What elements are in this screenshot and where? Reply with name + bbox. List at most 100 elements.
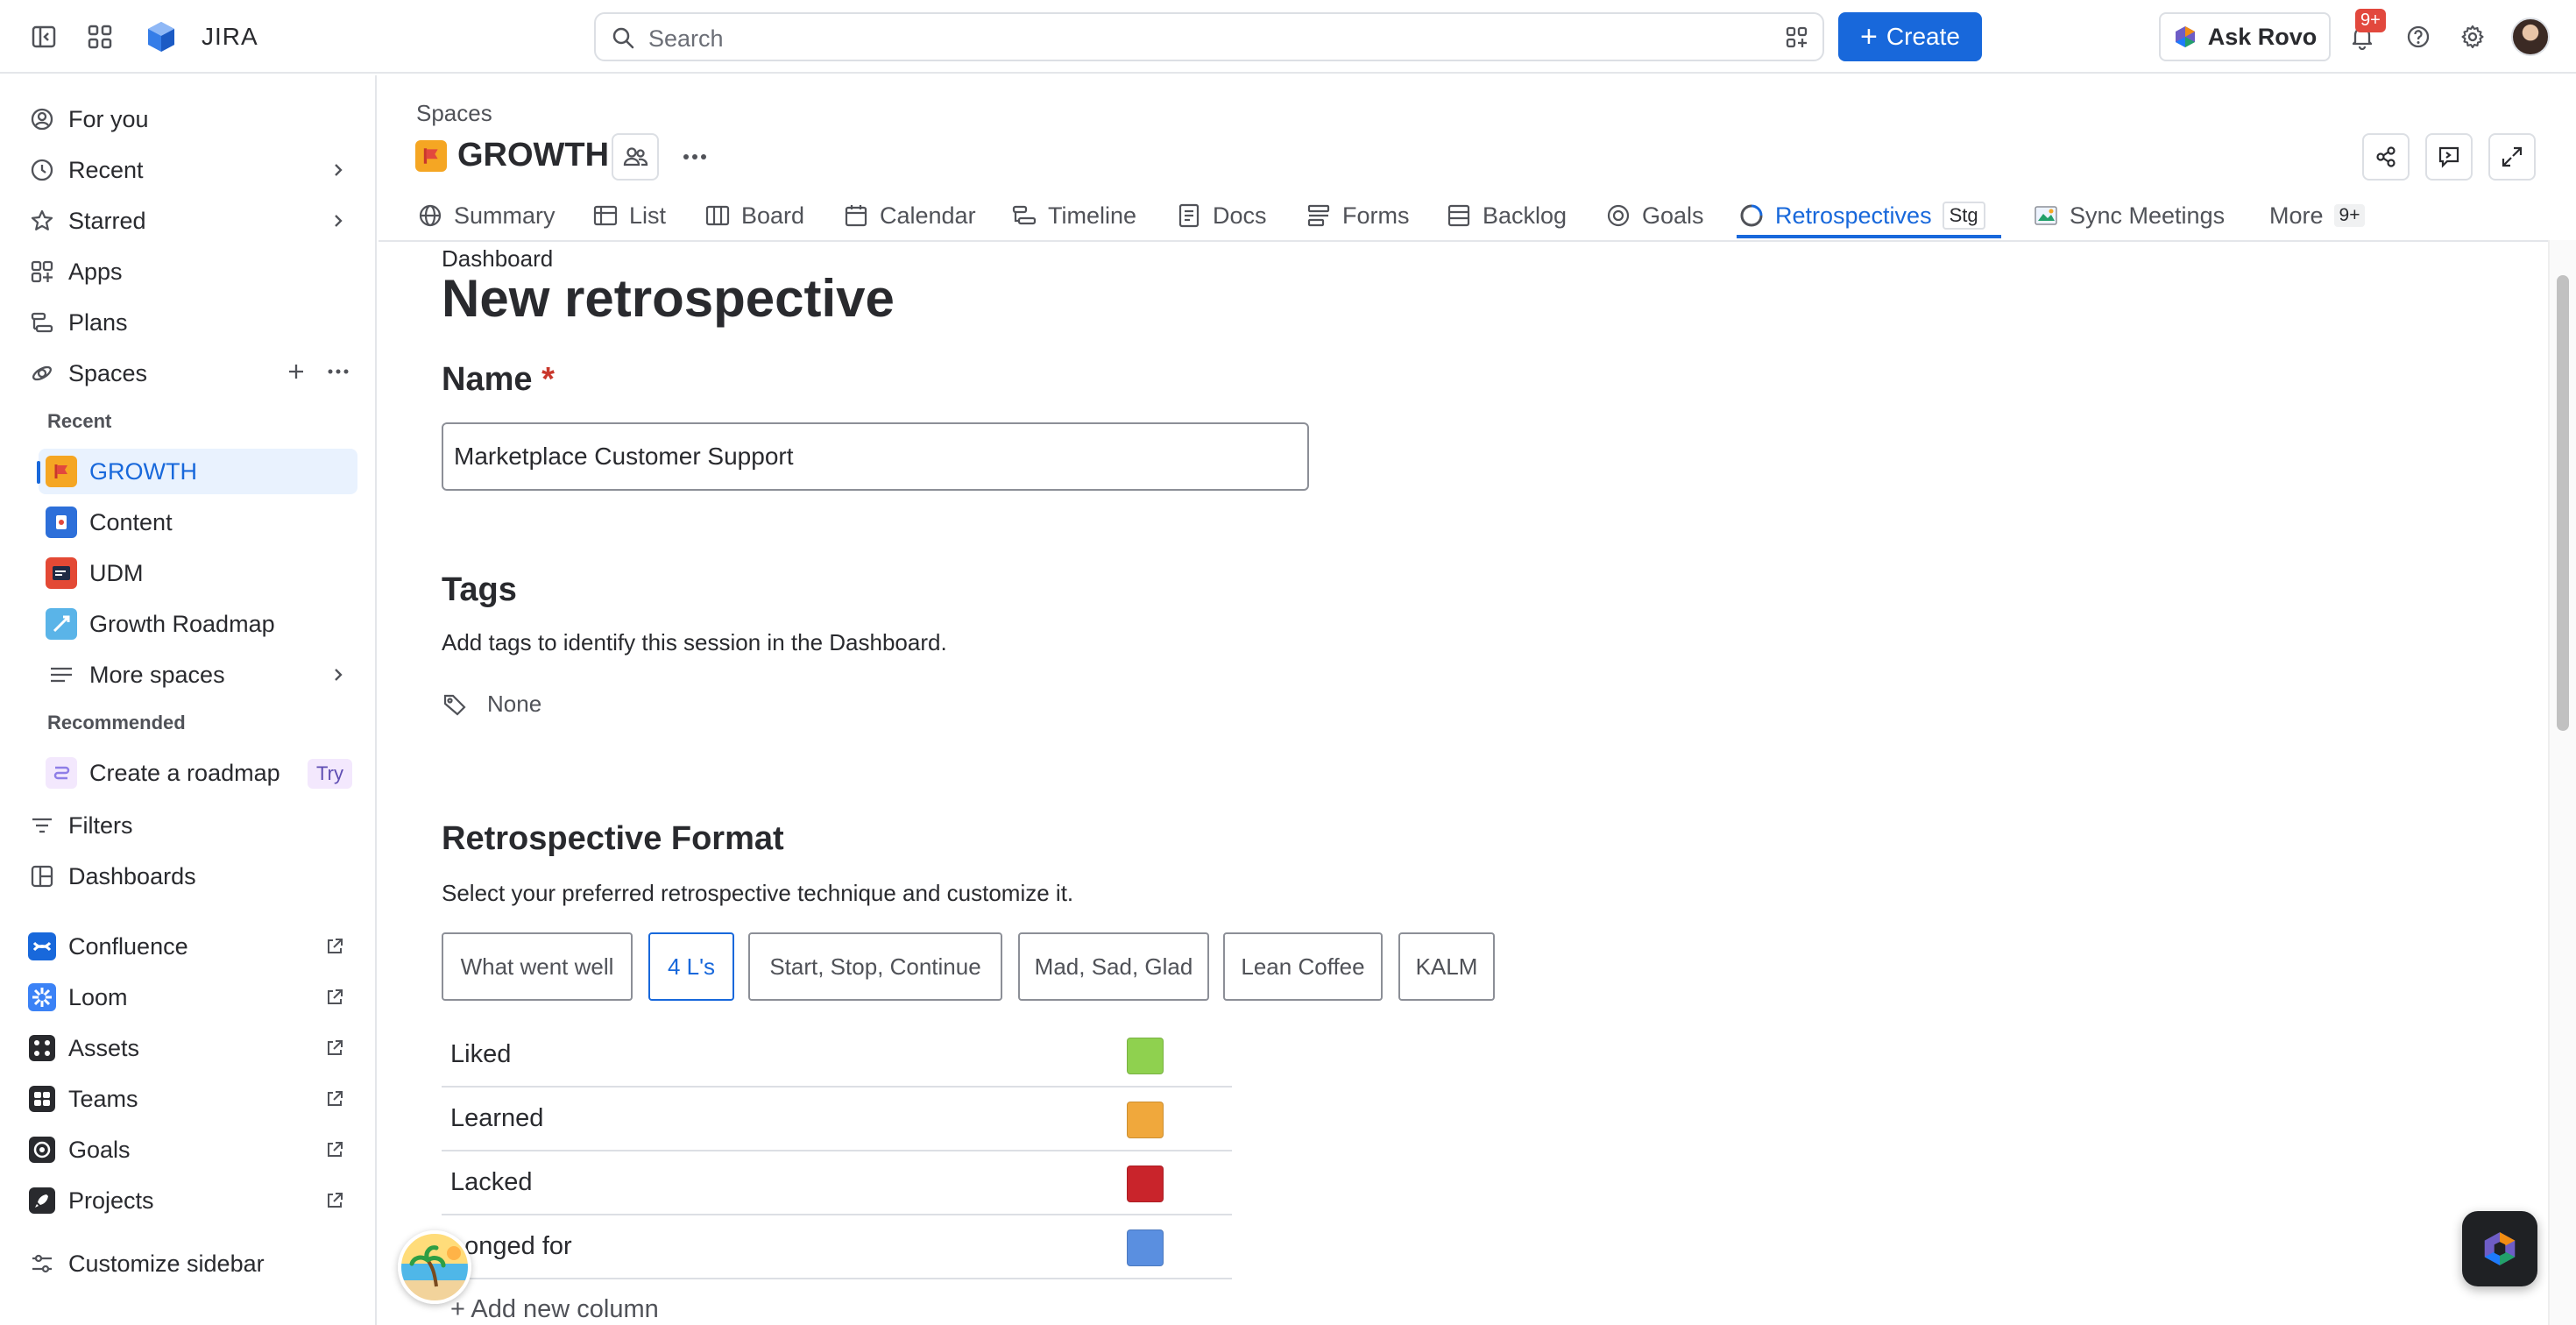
- settings-gear-icon[interactable]: [2455, 19, 2490, 54]
- space-label: GROWTH: [89, 457, 197, 485]
- format-kalm[interactable]: KALM: [1398, 932, 1495, 1001]
- scrollbar-thumb[interactable]: [2557, 275, 2569, 731]
- color-swatch[interactable]: [1127, 1038, 1164, 1074]
- sidebar-item-for-you[interactable]: For you: [25, 96, 357, 142]
- format-start-stop-continue[interactable]: Start, Stop, Continue: [748, 932, 1002, 1001]
- sidebar-space-content[interactable]: Content: [39, 500, 357, 545]
- content-space-icon: [46, 507, 77, 538]
- sidebar-space-udm[interactable]: UDM: [39, 550, 357, 596]
- sidebar: For you Recent Starred Apps Plans Spaces…: [0, 75, 377, 1325]
- column-row-lacked[interactable]: Lacked: [442, 1151, 1232, 1215]
- tab-retrospectives[interactable]: Retrospectives Stg: [1738, 191, 1985, 240]
- tab-more[interactable]: More 9+: [2269, 191, 2366, 240]
- tab-backlog[interactable]: Backlog: [1446, 191, 1567, 240]
- sidebar-item-filters[interactable]: Filters: [25, 803, 357, 848]
- space-members-button[interactable]: [612, 133, 659, 181]
- sidebar-app-projects[interactable]: Projects: [25, 1178, 357, 1223]
- tab-label: Retrospectives: [1775, 202, 1932, 229]
- document-icon: [1178, 203, 1200, 228]
- retrospective-name-input[interactable]: Marketplace Customer Support: [442, 422, 1309, 491]
- format-what-went-well[interactable]: What went well: [442, 932, 633, 1001]
- people-icon: [623, 147, 648, 167]
- tags-selector[interactable]: None: [442, 691, 541, 718]
- sidebar-space-growth-roadmap[interactable]: Growth Roadmap: [39, 601, 357, 647]
- rovo-chat-button[interactable]: [2462, 1211, 2537, 1286]
- column-row-liked[interactable]: Liked: [442, 1024, 1232, 1088]
- space-more-actions-icon[interactable]: [671, 133, 718, 181]
- user-avatar[interactable]: [2511, 18, 2550, 56]
- column-label: Learned: [450, 1104, 544, 1132]
- tab-sync-meetings[interactable]: Sync Meetings: [2033, 191, 2225, 240]
- more-options-icon[interactable]: [324, 359, 352, 390]
- sidebar-item-dashboards[interactable]: Dashboards: [25, 854, 357, 899]
- chevron-right-icon[interactable]: [324, 156, 352, 184]
- sidebar-customize[interactable]: Customize sidebar: [25, 1241, 357, 1286]
- create-button[interactable]: + Create: [1838, 12, 1982, 61]
- app-name[interactable]: JIRA: [202, 23, 258, 51]
- sidebar-item-plans[interactable]: Plans: [25, 300, 357, 345]
- add-space-icon[interactable]: [284, 359, 308, 390]
- space-label: Content: [89, 508, 173, 535]
- active-space-indicator: [37, 461, 40, 484]
- ask-rovo-button[interactable]: Ask Rovo: [2159, 12, 2331, 61]
- fullscreen-button[interactable]: [2488, 133, 2536, 181]
- target-icon: [1607, 204, 1630, 227]
- search-filter-icon[interactable]: [1784, 25, 1810, 55]
- sidebar-app-goals[interactable]: Goals: [25, 1127, 357, 1173]
- format-lean-coffee[interactable]: Lean Coffee: [1223, 932, 1383, 1001]
- active-tab-underline: [1737, 235, 2001, 238]
- app-switcher-icon[interactable]: [82, 19, 117, 54]
- sidebar-item-apps[interactable]: Apps: [25, 249, 357, 294]
- create-roadmap-label: Create a roadmap: [89, 759, 280, 786]
- page-title: New retrospective: [442, 269, 895, 328]
- column-row-learned[interactable]: Learned: [442, 1088, 1232, 1151]
- sidebar-more-spaces[interactable]: More spaces: [39, 652, 357, 698]
- sidebar-item-recent[interactable]: Recent: [25, 147, 357, 193]
- name-heading-text: Name: [442, 361, 533, 398]
- external-link-icon: [322, 1036, 347, 1060]
- color-swatch[interactable]: [1127, 1166, 1164, 1202]
- tab-forms[interactable]: Forms: [1306, 191, 1410, 240]
- format-mad-sad-glad[interactable]: Mad, Sad, Glad: [1018, 932, 1209, 1001]
- loom-icon: [25, 980, 60, 1015]
- notifications-badge: 9+: [2355, 9, 2386, 32]
- column-row-longed-for[interactable]: Longed for: [442, 1215, 1232, 1279]
- chevron-right-icon[interactable]: [324, 207, 352, 235]
- sidebar-space-growth[interactable]: GROWTH: [39, 449, 357, 494]
- rovo-icon: [2484, 1232, 2516, 1265]
- sidebar-app-confluence[interactable]: Confluence: [25, 924, 357, 969]
- tab-timeline[interactable]: Timeline: [1011, 191, 1136, 240]
- color-swatch[interactable]: [1127, 1102, 1164, 1138]
- sidebar-item-starred[interactable]: Starred: [25, 198, 357, 244]
- sidebar-app-assets[interactable]: Assets: [25, 1025, 357, 1071]
- confluence-icon: [25, 929, 60, 964]
- sidebar-item-spaces[interactable]: Spaces: [25, 351, 357, 396]
- tab-docs[interactable]: Docs: [1176, 191, 1267, 240]
- tab-list[interactable]: List: [592, 191, 666, 240]
- name-heading: Name *: [442, 361, 555, 399]
- tab-goals[interactable]: Goals: [1605, 191, 1704, 240]
- forms-icon: [1307, 204, 1330, 227]
- feedback-button[interactable]: [2425, 133, 2473, 181]
- sidebar-app-loom[interactable]: Loom: [25, 974, 357, 1020]
- format-description: Select your preferred retrospective tech…: [442, 880, 1074, 906]
- add-new-column-button[interactable]: + Add new column: [450, 1295, 659, 1324]
- jira-logo-icon[interactable]: [144, 19, 179, 54]
- tab-board[interactable]: Board: [704, 191, 804, 240]
- beach-avatar-icon[interactable]: [398, 1230, 471, 1304]
- format-4-ls[interactable]: 4 L's: [648, 932, 734, 1001]
- search-input[interactable]: Search: [594, 12, 1824, 61]
- tab-calendar[interactable]: Calendar: [843, 191, 976, 240]
- tab-summary[interactable]: Summary: [417, 191, 556, 240]
- share-button[interactable]: [2362, 133, 2410, 181]
- breadcrumb[interactable]: Spaces: [416, 100, 492, 127]
- color-swatch[interactable]: [1127, 1229, 1164, 1266]
- help-icon[interactable]: [2401, 19, 2436, 54]
- share-icon: [2376, 146, 2396, 167]
- customize-sliders-icon: [25, 1246, 60, 1281]
- sidebar-create-roadmap[interactable]: Create a roadmap Try: [39, 750, 357, 796]
- goals-icon: [25, 1132, 60, 1167]
- sidebar-item-label: Spaces: [68, 359, 148, 386]
- sidebar-toggle-icon[interactable]: [26, 19, 61, 54]
- sidebar-app-teams[interactable]: Teams: [25, 1076, 357, 1122]
